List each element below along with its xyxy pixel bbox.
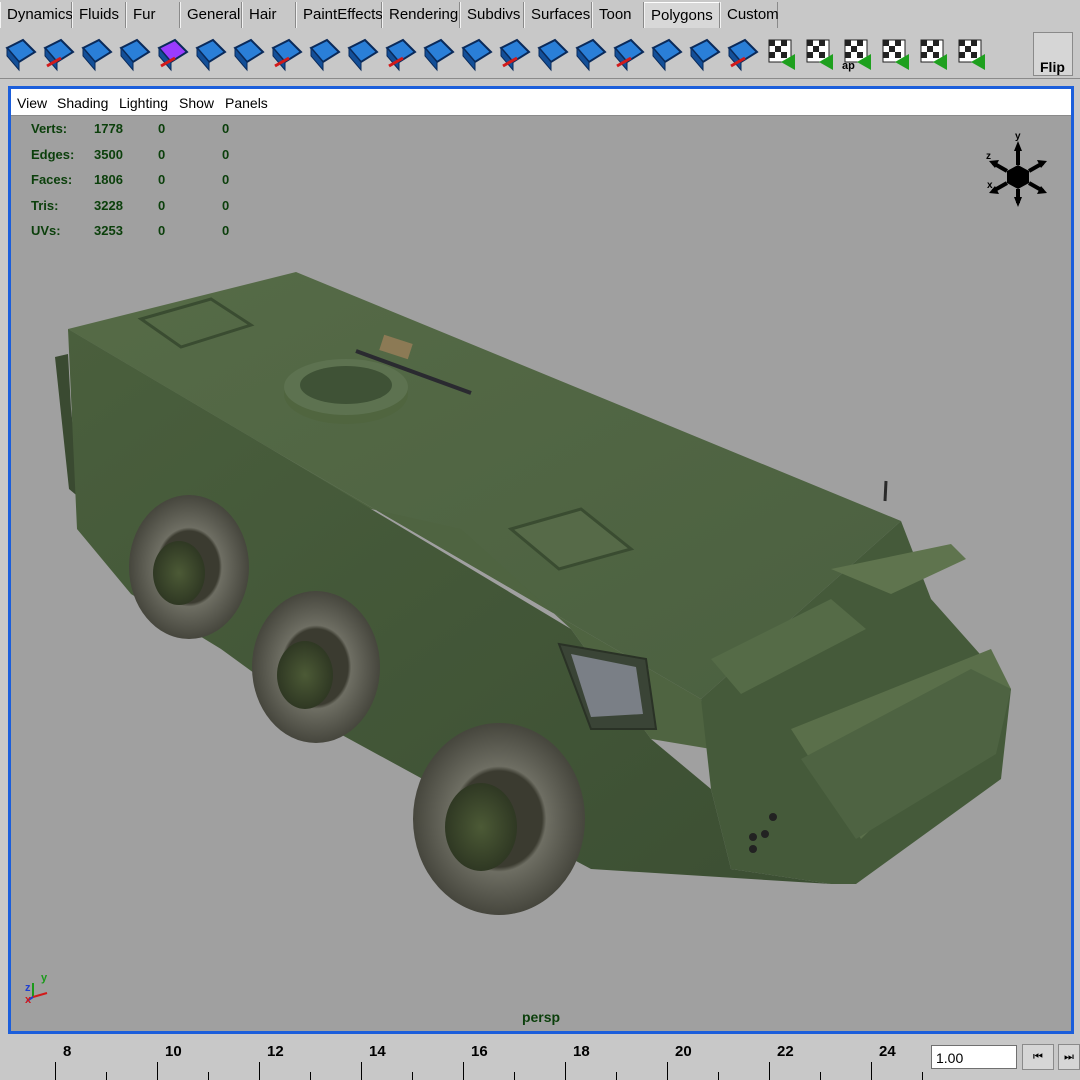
split-edge-icon[interactable]: [343, 32, 381, 76]
tab-toon[interactable]: Toon: [592, 2, 644, 28]
timeline-frame-label: 22: [777, 1043, 794, 1060]
timeline-tick: [157, 1062, 158, 1080]
apc-vehicle-model[interactable]: [11, 89, 1071, 1031]
uv-layout-icon[interactable]: [913, 32, 951, 76]
timeline-tick: [361, 1062, 362, 1080]
poly-cube-icon[interactable]: [39, 32, 77, 76]
timeline-frame-label: 18: [573, 1043, 590, 1060]
insert-edge-icon[interactable]: [381, 32, 419, 76]
tab-painteffects[interactable]: PaintEffects: [296, 2, 383, 28]
camera-name-label: persp: [521, 1009, 561, 1025]
uv-cylindrical-icon[interactable]: [799, 32, 837, 76]
timeline-tick: [769, 1062, 770, 1080]
wedge-face-icon[interactable]: [685, 32, 723, 76]
timeline-frame-label: 20: [675, 1043, 692, 1060]
smooth-icon[interactable]: [495, 32, 533, 76]
timeline-tick: [820, 1072, 821, 1080]
collapse-icon[interactable]: [533, 32, 571, 76]
axis-z-label: z: [25, 982, 31, 994]
timeline-tick: [871, 1062, 872, 1080]
poly-cone-icon[interactable]: [647, 32, 685, 76]
timeline-tick: [412, 1072, 413, 1080]
merge-icon[interactable]: [305, 32, 343, 76]
perspective-viewport[interactable]: View Shading Lighting Show Panels Verts: 1778…: [8, 86, 1074, 1034]
timeline-frame-label: 24: [879, 1043, 896, 1060]
axis-x-label: x: [25, 994, 32, 1006]
cut-face-icon[interactable]: [609, 32, 647, 76]
extrude-icon[interactable]: [229, 32, 267, 76]
timeline-tick: [463, 1062, 464, 1080]
timeline-tick: [565, 1062, 566, 1080]
timeline-tick: [106, 1072, 107, 1080]
timeline-frame-label: 16: [471, 1043, 488, 1060]
shelf-tab-bar: Dynamics Fluids Fur General Hair PaintEffects…: [0, 0, 1080, 30]
tab-polygons[interactable]: Polygons: [644, 2, 720, 28]
poly-split-icon[interactable]: [77, 32, 115, 76]
poly-face-icon[interactable]: [419, 32, 457, 76]
wheel-front: [413, 723, 585, 915]
bevel-icon[interactable]: [267, 32, 305, 76]
uv-automatic-icon[interactable]: [875, 32, 913, 76]
current-frame-field[interactable]: 1.00: [931, 1045, 1017, 1069]
timeline-frame-label: 14: [369, 1043, 386, 1060]
tab-rendering[interactable]: Rendering: [382, 2, 460, 28]
timeline-tick: [922, 1072, 923, 1080]
tab-fluids[interactable]: Fluids: [72, 2, 126, 28]
timeline-tick: [514, 1072, 515, 1080]
wheel-rear: [129, 495, 249, 639]
timeline-tick: [616, 1072, 617, 1080]
tab-custom[interactable]: Custom: [720, 2, 779, 28]
time-slider[interactable]: 8 10 12 14 16 18 20 22 24: [0, 1037, 1080, 1080]
timeline-tick: [667, 1062, 668, 1080]
tab-general[interactable]: General: [180, 2, 242, 28]
step-back-button[interactable]: ⏮: [1022, 1044, 1054, 1070]
timeline-tick: [55, 1062, 56, 1080]
tab-dynamics[interactable]: Dynamics: [0, 2, 73, 28]
shelf-icon-overlay-text: ap: [842, 60, 855, 72]
tab-hair[interactable]: Hair: [242, 2, 296, 28]
flip-button[interactable]: Flip: [1033, 32, 1073, 76]
select-icon[interactable]: [1, 32, 39, 76]
poly-plane-icon[interactable]: [191, 32, 229, 76]
timeline-frame-label: 12: [267, 1043, 284, 1060]
tab-fur[interactable]: Fur: [126, 2, 180, 28]
uv-planar-icon[interactable]: [761, 32, 799, 76]
step-forward-button[interactable]: ⏭: [1058, 1044, 1080, 1070]
move-component-icon[interactable]: [723, 32, 761, 76]
wheel-middle: [252, 591, 380, 743]
tab-surfaces[interactable]: Surfaces: [524, 2, 592, 28]
timeline-tick: [208, 1072, 209, 1080]
polygons-shelf: Flip ap: [0, 30, 1080, 79]
timeline-tick: [718, 1072, 719, 1080]
axis-y-label: y: [41, 972, 48, 984]
tab-subdivs[interactable]: Subdivs: [460, 2, 524, 28]
poly-append-icon[interactable]: [457, 32, 495, 76]
poly-cylinder-icon[interactable]: [153, 32, 191, 76]
timeline-frame-label: 8: [63, 1043, 72, 1060]
timeline-tick: [310, 1072, 311, 1080]
poly-sphere-icon[interactable]: [115, 32, 153, 76]
timeline-tick: [259, 1062, 260, 1080]
uv-editor-icon[interactable]: [951, 32, 989, 76]
timeline-frame-label: 10: [165, 1043, 182, 1060]
axis-indicator-icon: y z x: [25, 972, 48, 1006]
split-face-icon[interactable]: [571, 32, 609, 76]
